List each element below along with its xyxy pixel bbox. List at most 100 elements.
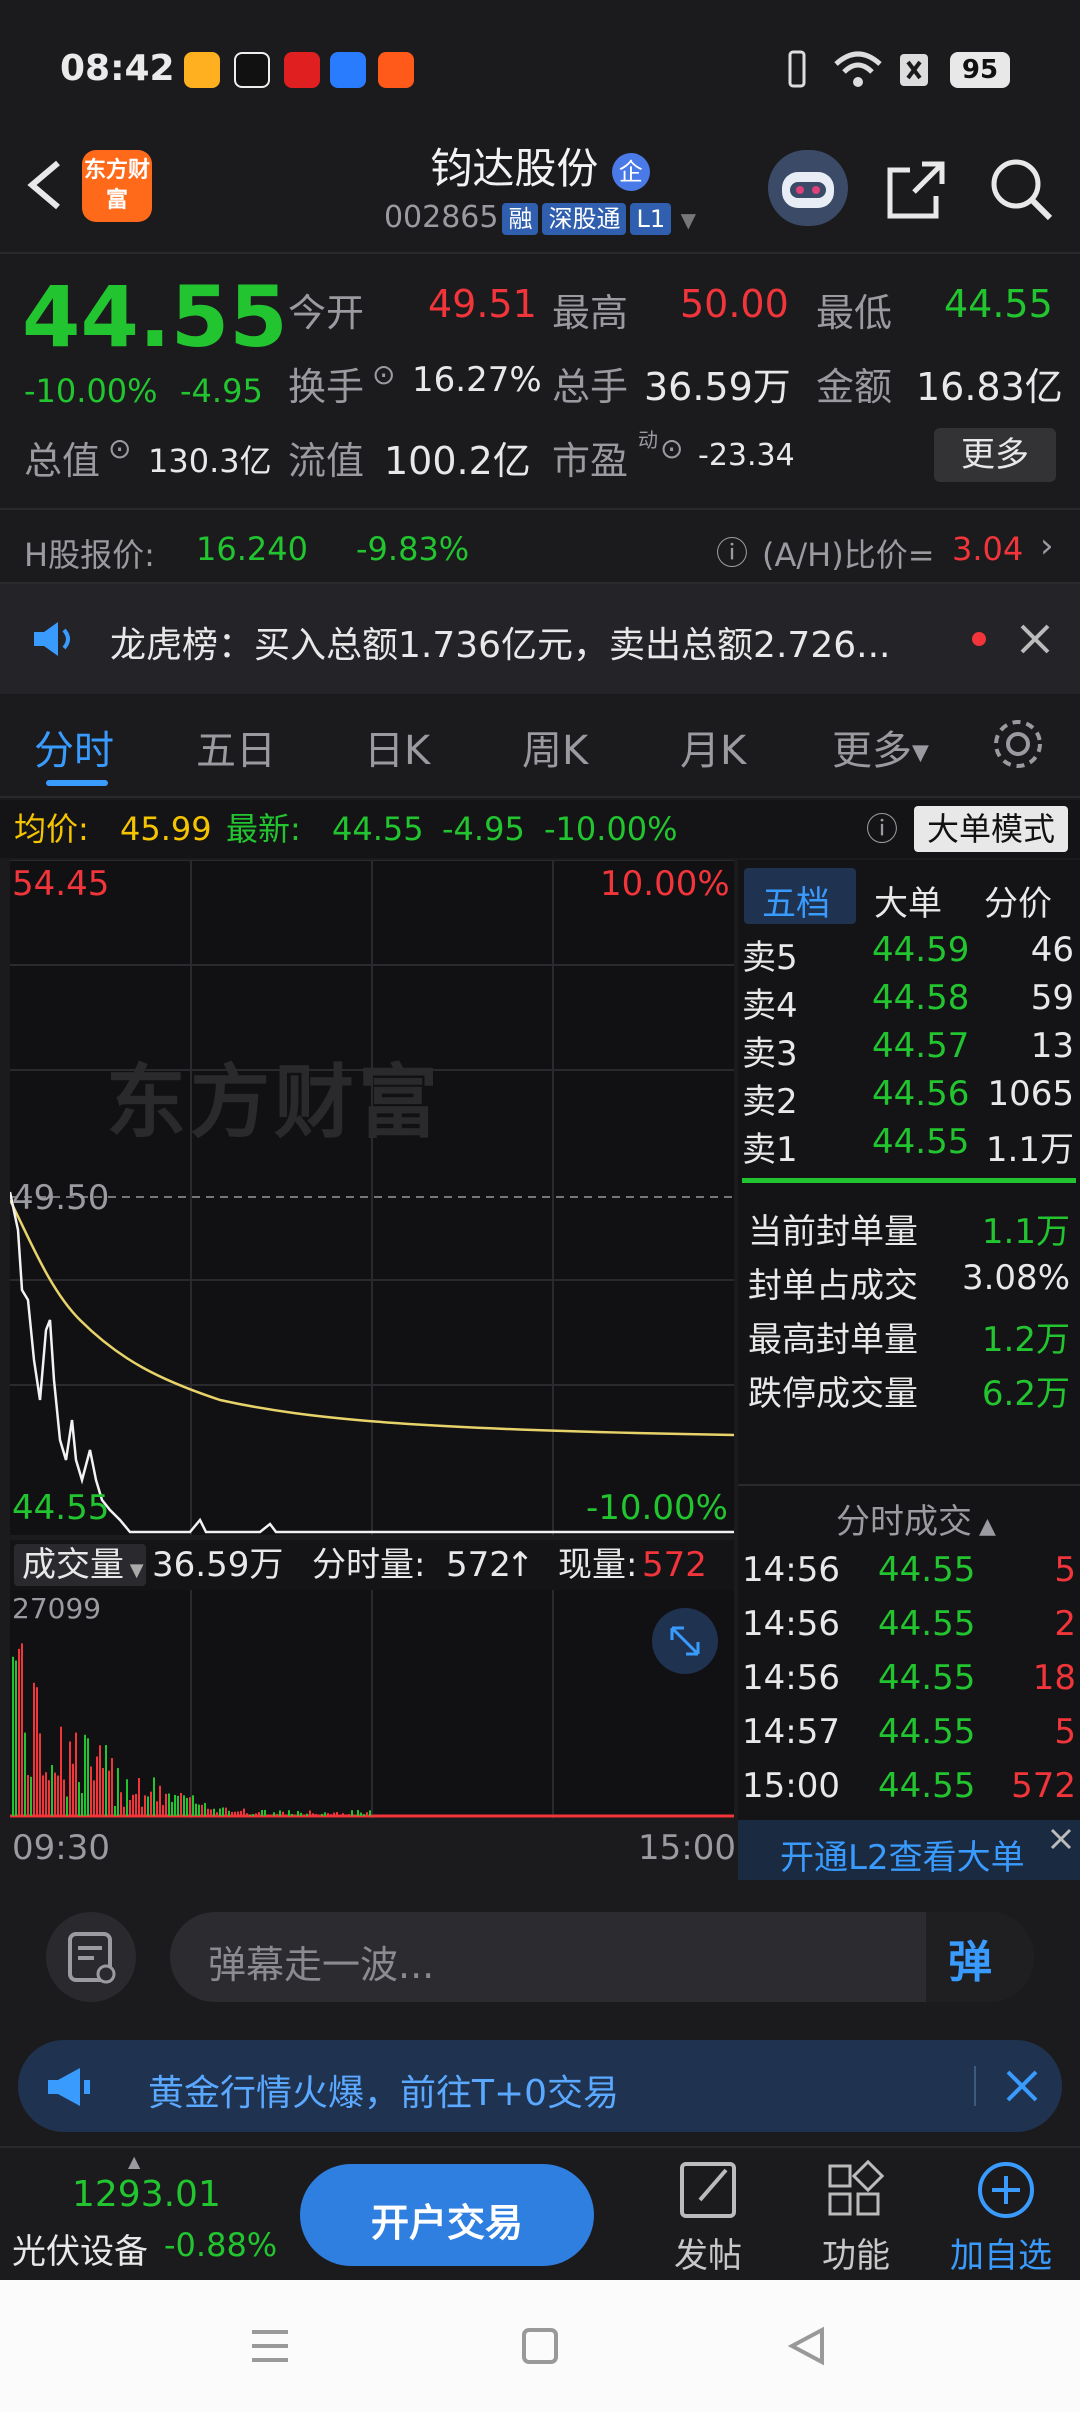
post-button[interactable]: 发帖 bbox=[664, 2156, 756, 2276]
hshare-row[interactable]: H股报价: 16.240 -9.83% ⓘ (A/H)比价= 3.04 › bbox=[0, 508, 1080, 584]
volume-bar bbox=[36, 1687, 38, 1816]
function-button[interactable]: 功能 bbox=[810, 2156, 902, 2276]
tab-more[interactable]: 更多▼ bbox=[832, 718, 929, 776]
volume-bar bbox=[126, 1779, 128, 1816]
hshare-price: 16.240 bbox=[196, 530, 308, 568]
volume-bar bbox=[138, 1778, 140, 1816]
help-circle-icon[interactable]: ⓘ bbox=[866, 800, 898, 858]
volume-bar bbox=[42, 1775, 44, 1816]
turnover-value: 16.27% bbox=[412, 360, 542, 400]
enterprise-badge-icon: 企 bbox=[611, 152, 650, 191]
back-icon[interactable] bbox=[784, 2324, 828, 2368]
megaphone-icon bbox=[48, 2068, 90, 2106]
period-volume-value: 572 bbox=[446, 1545, 511, 1585]
ask-volume: 59 bbox=[1030, 978, 1074, 1018]
low-value: 44.55 bbox=[944, 282, 1053, 326]
volume-bar bbox=[258, 1812, 260, 1816]
tick-time: 14:57 bbox=[742, 1712, 840, 1752]
volume-bar bbox=[165, 1793, 167, 1816]
close-icon[interactable] bbox=[1004, 2068, 1040, 2104]
volume-bar bbox=[231, 1811, 233, 1816]
share-icon[interactable] bbox=[884, 158, 948, 222]
caret-up-icon: ▲ bbox=[128, 2152, 141, 2171]
volume-bar bbox=[264, 1809, 266, 1816]
volume-bar bbox=[189, 1797, 191, 1816]
volume-type-dropdown[interactable]: 成交量 ▼ bbox=[14, 1544, 146, 1586]
volume-bar bbox=[147, 1796, 149, 1816]
info-circle-icon[interactable]: ⊙ bbox=[372, 358, 395, 391]
info-circle-icon[interactable]: ⊙ bbox=[108, 432, 131, 465]
promo-banner[interactable]: 黄金行情火爆，前往T+0交易 bbox=[18, 2040, 1062, 2132]
tick-volume: 18 bbox=[1032, 1658, 1076, 1698]
danmu-input[interactable]: 弹幕走一波... 弹 bbox=[170, 1912, 1034, 2002]
home-icon[interactable] bbox=[518, 2324, 562, 2368]
volume-bar bbox=[21, 1643, 23, 1816]
expand-icon[interactable] bbox=[652, 1608, 718, 1674]
volume-bar bbox=[243, 1808, 245, 1816]
ask-volume: 13 bbox=[1030, 1026, 1074, 1066]
volume-bar bbox=[300, 1812, 302, 1816]
volume-value: 36.59万 bbox=[644, 365, 791, 409]
ask-volume: 1065 bbox=[987, 1074, 1074, 1114]
now-volume-label: 现量: bbox=[558, 1545, 638, 1585]
volume-max-label: 27099 bbox=[12, 1592, 102, 1625]
tick-trades-title[interactable]: 分时成交 ▲ bbox=[836, 1494, 996, 1543]
ask-volume: 1.1万 bbox=[985, 1130, 1074, 1170]
tab-daily-k[interactable]: 日K bbox=[364, 718, 430, 776]
close-icon[interactable] bbox=[1018, 622, 1052, 656]
tick-volume: 572 bbox=[1011, 1766, 1076, 1806]
tab-weekly-k[interactable]: 周K bbox=[522, 718, 588, 776]
volume-chart-svg bbox=[10, 1590, 734, 1818]
tab-more-label: 更多 bbox=[832, 728, 912, 774]
tab-big-orders[interactable]: 大单 bbox=[874, 876, 942, 925]
volume-bar bbox=[351, 1810, 353, 1816]
ask-label: 卖5 bbox=[742, 938, 798, 978]
volume-bar bbox=[60, 1726, 62, 1816]
l2-upsell-banner[interactable]: 开通L2查看大单 bbox=[738, 1820, 1080, 1880]
danmu-send-button[interactable]: 弹 bbox=[926, 1912, 1034, 2002]
tab-price-dist[interactable]: 分价 bbox=[984, 876, 1052, 925]
volume-bar bbox=[261, 1810, 263, 1816]
tab-monthly-k[interactable]: 月K bbox=[680, 718, 746, 776]
volume-bar bbox=[114, 1806, 116, 1816]
volume-chart[interactable]: 27099 bbox=[10, 1590, 734, 1818]
volume-bar bbox=[78, 1782, 80, 1816]
volume-bar bbox=[225, 1807, 227, 1816]
tab-five-day[interactable]: 五日 bbox=[196, 718, 276, 776]
gear-icon[interactable] bbox=[990, 716, 1046, 772]
tab-intraday[interactable]: 分时 bbox=[34, 718, 114, 776]
wifi-icon bbox=[834, 51, 882, 87]
volume-bar bbox=[105, 1745, 107, 1816]
open-account-trade-button[interactable]: 开户交易 bbox=[300, 2164, 594, 2266]
dropdown-caret-icon: ▼ bbox=[680, 208, 697, 232]
big-order-mode-button[interactable]: 大单模式 bbox=[914, 806, 1068, 852]
dragon-tiger-banner[interactable]: 龙虎榜：买入总额1.736亿元，卖出总额2.726... bbox=[0, 584, 1080, 694]
ask-volume: 46 bbox=[1030, 930, 1074, 970]
tab-five-levels[interactable]: 五档 bbox=[744, 868, 856, 924]
low-label: 最低 bbox=[816, 291, 893, 335]
help-circle-icon[interactable]: ⓘ bbox=[716, 528, 748, 574]
float-value: 100.2亿 bbox=[384, 439, 531, 483]
danmu-settings-icon[interactable] bbox=[46, 1912, 136, 2002]
hshare-label: H股报价: bbox=[24, 536, 155, 574]
sector-name[interactable]: 光伏设备 bbox=[12, 2224, 148, 2273]
intraday-chart[interactable]: 东方财富 54.45 10.00% 49.50 44.55 -10.00% bbox=[8, 859, 735, 1535]
menu-icon[interactable] bbox=[248, 2324, 292, 2368]
sector-pct: -0.88% bbox=[164, 2226, 278, 2264]
ask-label: 卖1 bbox=[742, 1130, 798, 1170]
volume-bar bbox=[366, 1812, 368, 1816]
close-icon[interactable] bbox=[1046, 1824, 1076, 1854]
margin-tag: 融 bbox=[502, 203, 539, 235]
divider bbox=[974, 2066, 976, 2106]
add-watchlist-button[interactable]: 加自选 bbox=[948, 2156, 1064, 2276]
no-sim-icon bbox=[900, 54, 928, 86]
time-start: 09:30 bbox=[12, 1828, 110, 1868]
search-icon[interactable] bbox=[988, 156, 1054, 222]
more-button[interactable]: 更多 bbox=[934, 428, 1056, 482]
info-circle-icon[interactable]: ⊙ bbox=[660, 432, 683, 465]
ask-price: 44.59 bbox=[872, 930, 970, 970]
assistant-robot-icon[interactable] bbox=[768, 150, 848, 226]
volume-bar bbox=[117, 1768, 119, 1816]
volume-bar bbox=[99, 1745, 101, 1816]
sector-index-value[interactable]: 1293.01 bbox=[72, 2174, 221, 2215]
